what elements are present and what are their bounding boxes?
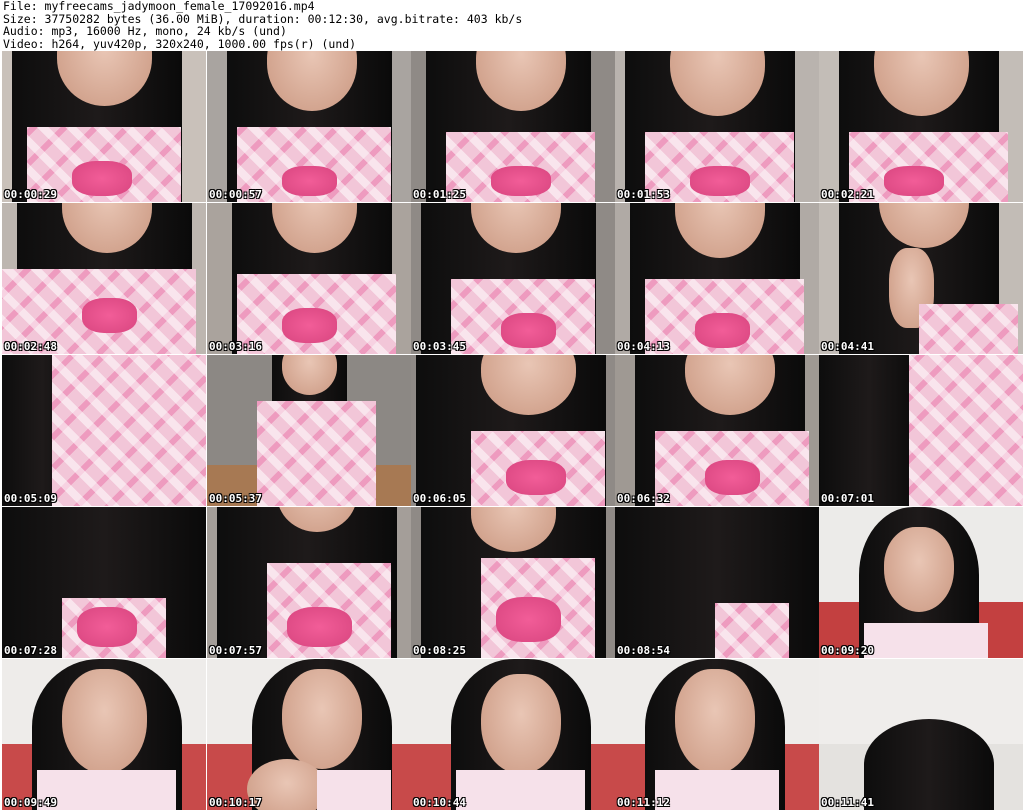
thumbnail: 00:03:16	[207, 203, 411, 354]
timestamp: 00:06:05	[413, 492, 466, 505]
thumbnail: 00:07:01	[819, 355, 1023, 506]
thumbnail: 00:01:25	[411, 51, 615, 202]
timestamp: 00:11:41	[821, 796, 874, 809]
thumbnail: 00:03:45	[411, 203, 615, 354]
thumbnail: 00:11:41	[819, 659, 1023, 810]
timestamp: 00:05:37	[209, 492, 262, 505]
file-line: File: myfreecams_jadymoon_female_1709201…	[3, 0, 315, 13]
timestamp: 00:04:41	[821, 340, 874, 353]
thumbnail: 00:05:09	[2, 355, 206, 506]
timestamp: 00:02:21	[821, 188, 874, 201]
timestamp: 00:04:13	[617, 340, 670, 353]
thumbnail: 00:07:28	[2, 507, 206, 658]
thumbnail: 00:00:57	[207, 51, 411, 202]
timestamp: 00:05:09	[4, 492, 57, 505]
timestamp: 00:01:25	[413, 188, 466, 201]
thumbnail: 00:10:44	[411, 659, 615, 810]
timestamp: 00:07:57	[209, 644, 262, 657]
video-info: File: myfreecams_jadymoon_female_1709201…	[3, 0, 522, 50]
timestamp: 00:07:01	[821, 492, 874, 505]
thumbnail: 00:02:48	[2, 203, 206, 354]
thumbnail: 00:06:05	[411, 355, 615, 506]
timestamp: 00:01:53	[617, 188, 670, 201]
thumbnail: 00:09:20	[819, 507, 1023, 658]
thumbnail: 00:09:49	[2, 659, 206, 810]
timestamp: 00:00:57	[209, 188, 262, 201]
timestamp: 00:02:48	[4, 340, 57, 353]
thumbnail: 00:01:53	[615, 51, 819, 202]
timestamp: 00:11:12	[617, 796, 670, 809]
thumbnail: 00:08:25	[411, 507, 615, 658]
thumbnail: 00:05:37	[207, 355, 411, 506]
thumbnail: 00:07:57	[207, 507, 411, 658]
thumbnail: 00:04:41	[819, 203, 1023, 354]
timestamp: 00:03:45	[413, 340, 466, 353]
timestamp: 00:03:16	[209, 340, 262, 353]
thumbnail: 00:10:17	[207, 659, 411, 810]
video-line: Video: h264, yuv420p, 320x240, 1000.00 f…	[3, 36, 357, 51]
timestamp: 00:00:29	[4, 188, 57, 201]
thumbnail-grid: 00:00:29 00:00:57 00:01:25 00:01:53 00:0…	[0, 51, 1024, 811]
timestamp: 00:09:20	[821, 644, 874, 657]
timestamp: 00:08:54	[617, 644, 670, 657]
timestamp: 00:07:28	[4, 644, 57, 657]
thumbnail: 00:08:54	[615, 507, 819, 658]
timestamp: 00:09:49	[4, 796, 57, 809]
thumbnail: 00:06:32	[615, 355, 819, 506]
thumbnail: 00:11:12	[615, 659, 819, 810]
timestamp: 00:06:32	[617, 492, 670, 505]
thumbnail: 00:00:29	[2, 51, 206, 202]
thumbnail: 00:02:21	[819, 51, 1023, 202]
timestamp: 00:08:25	[413, 644, 466, 657]
timestamp: 00:10:44	[413, 796, 466, 809]
audio-line: Audio: mp3, 16000 Hz, mono, 24 kb/s (und…	[3, 24, 287, 39]
timestamp: 00:10:17	[209, 796, 262, 809]
thumbnail: 00:04:13	[615, 203, 819, 354]
